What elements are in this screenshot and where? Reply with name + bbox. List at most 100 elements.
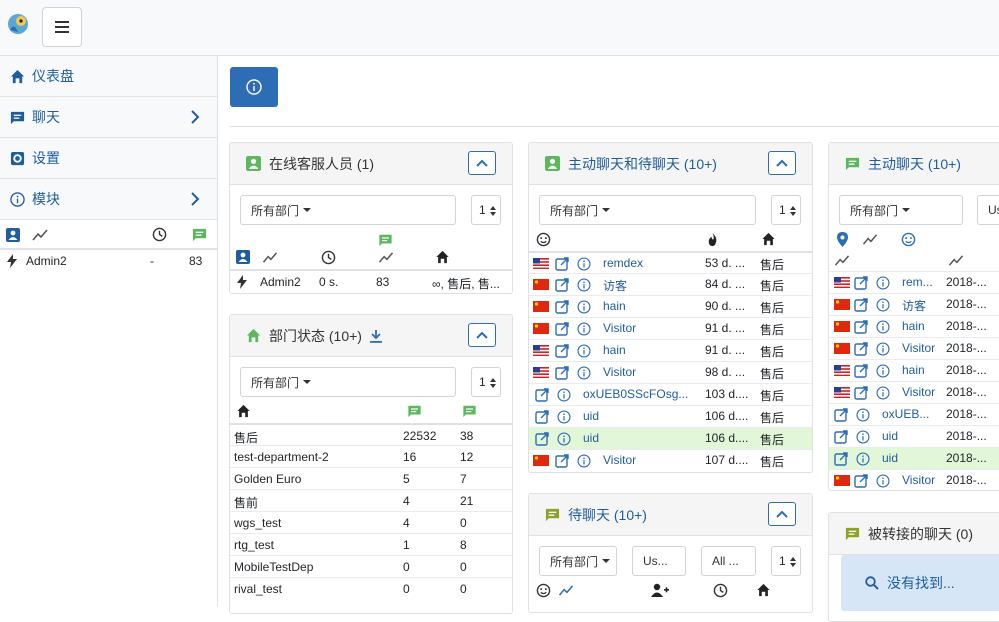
external-link-icon[interactable]: [854, 342, 868, 356]
page-select[interactable]: 1: [471, 195, 501, 225]
visitor-name[interactable]: 访客: [603, 277, 699, 294]
info-icon[interactable]: [577, 344, 591, 358]
chat-row[interactable]: Visitor 98 d. ... 售后: [529, 361, 812, 383]
user-select[interactable]: Us: [977, 195, 999, 225]
visitor-name[interactable]: uid: [882, 451, 941, 465]
collapse-button[interactable]: [468, 151, 496, 175]
page-select[interactable]: 1: [471, 367, 501, 397]
sidebar-item-settings[interactable]: 设置: [0, 138, 217, 179]
chat-row[interactable]: uid 106 d.... 售后: [529, 427, 812, 449]
chat-row[interactable]: uid 2018-...: [829, 425, 999, 447]
chat-row[interactable]: Visitor 91 d. ... 售后: [529, 317, 812, 339]
chat-row[interactable]: hain 90 d. ... 售后: [529, 295, 812, 317]
external-link-icon[interactable]: [854, 386, 868, 400]
external-link-icon[interactable]: [854, 364, 868, 378]
info-icon[interactable]: [876, 320, 890, 334]
page-select[interactable]: 1: [771, 546, 801, 576]
external-link-icon[interactable]: [854, 276, 868, 290]
external-link-icon[interactable]: [555, 322, 569, 336]
info-icon[interactable]: [856, 430, 870, 444]
visitor-name[interactable]: Visitor: [603, 321, 699, 335]
department-select[interactable]: 所有部门: [240, 195, 456, 225]
chat-row[interactable]: Visitor 2018-...: [829, 337, 999, 359]
parrot-logo-icon[interactable]: [6, 12, 30, 36]
visitor-name[interactable]: Visitor: [902, 385, 941, 399]
chat-row[interactable]: rem... 2018-...: [829, 271, 999, 293]
table-row[interactable]: rtg_test 1 8: [230, 533, 512, 555]
department-select[interactable]: 所有部门: [539, 195, 756, 225]
external-link-icon[interactable]: [834, 430, 848, 444]
sidebar-item-modules[interactable]: 模块: [0, 179, 217, 220]
menu-toggle-button[interactable]: [42, 7, 82, 47]
external-link-icon[interactable]: [535, 410, 549, 424]
chat-row[interactable]: 访客 84 d. ... 售后: [529, 273, 812, 295]
chat-row[interactable]: remdex 53 d. ... 售后: [529, 251, 812, 273]
info-icon[interactable]: [557, 432, 571, 446]
external-link-icon[interactable]: [834, 452, 848, 466]
external-link-icon[interactable]: [555, 257, 569, 271]
table-row[interactable]: 售后 22532 38: [230, 423, 512, 445]
sidebar-item-dashboard[interactable]: 仪表盘: [0, 56, 217, 97]
external-link-icon[interactable]: [555, 278, 569, 292]
department-select[interactable]: 所有部门: [539, 546, 617, 576]
external-link-icon[interactable]: [535, 432, 549, 446]
user-select[interactable]: Us...: [632, 546, 686, 576]
table-row[interactable]: test-department-2 16 12: [230, 445, 512, 467]
chat-row[interactable]: hain 2018-...: [829, 315, 999, 337]
visitor-name[interactable]: hain: [603, 343, 699, 357]
visitor-name[interactable]: hain: [603, 299, 699, 313]
info-icon[interactable]: [876, 298, 890, 312]
external-link-icon[interactable]: [854, 474, 868, 488]
info-icon[interactable]: [577, 257, 591, 271]
info-icon[interactable]: [876, 364, 890, 378]
external-link-icon[interactable]: [555, 454, 569, 468]
table-row[interactable]: rival_test 0 0: [230, 577, 512, 599]
external-link-icon[interactable]: [535, 388, 549, 402]
table-row[interactable]: wgs_test 4 0: [230, 511, 512, 533]
download-icon[interactable]: [369, 329, 383, 343]
collapse-button[interactable]: [768, 151, 796, 175]
table-row[interactable]: Admin2 0 s. 83 ∞, 售后, 售...: [230, 269, 512, 291]
info-icon[interactable]: [876, 474, 890, 488]
info-icon[interactable]: [577, 322, 591, 336]
department-select[interactable]: 所有部门: [240, 367, 456, 397]
chat-row[interactable]: hain 2018-...: [829, 359, 999, 381]
external-link-icon[interactable]: [854, 298, 868, 312]
info-icon[interactable]: [577, 278, 591, 292]
info-icon[interactable]: [577, 366, 591, 380]
visitor-name[interactable]: uid: [583, 409, 699, 423]
external-link-icon[interactable]: [555, 344, 569, 358]
table-row[interactable]: MobileTestDep 0 0: [230, 555, 512, 577]
info-icon[interactable]: [876, 386, 890, 400]
visitor-name[interactable]: rem...: [902, 275, 941, 289]
info-icon[interactable]: [876, 276, 890, 290]
visitor-name[interactable]: hain: [902, 319, 941, 333]
collapse-button[interactable]: [468, 323, 496, 347]
chat-row[interactable]: oxUEB0SScFOsg... 103 d.... 售后: [529, 383, 812, 405]
external-link-icon[interactable]: [854, 320, 868, 334]
visitor-name[interactable]: oxUEB...: [882, 407, 941, 421]
info-icon[interactable]: [557, 388, 571, 402]
chat-row[interactable]: Visitor 2018-...: [829, 381, 999, 403]
table-row[interactable]: Golden Euro 5 7: [230, 467, 512, 489]
info-icon[interactable]: [557, 410, 571, 424]
department-select[interactable]: 所有部门: [839, 195, 963, 225]
visitor-name[interactable]: hain: [902, 363, 941, 377]
visitor-name[interactable]: Visitor: [902, 341, 941, 355]
chat-row[interactable]: oxUEB... 2018-...: [829, 403, 999, 425]
chat-row[interactable]: uid 106 d.... 售后: [529, 405, 812, 427]
visitor-name[interactable]: 访客: [902, 297, 941, 314]
status-select[interactable]: All ...: [701, 546, 756, 576]
chat-row[interactable]: uid 2018-...: [829, 447, 999, 469]
external-link-icon[interactable]: [555, 300, 569, 314]
page-select[interactable]: 1: [771, 195, 801, 225]
visitor-name[interactable]: uid: [583, 431, 699, 445]
info-icon[interactable]: [577, 300, 591, 314]
collapse-button[interactable]: [768, 502, 796, 526]
chat-row[interactable]: hain 91 d. ... 售后: [529, 339, 812, 361]
table-row[interactable]: 售前 4 21: [230, 489, 512, 511]
visitor-name[interactable]: oxUEB0SScFOsg...: [583, 387, 699, 401]
external-link-icon[interactable]: [555, 366, 569, 380]
info-icon[interactable]: [577, 454, 591, 468]
chat-row[interactable]: Visitor 2018-...: [829, 469, 999, 490]
